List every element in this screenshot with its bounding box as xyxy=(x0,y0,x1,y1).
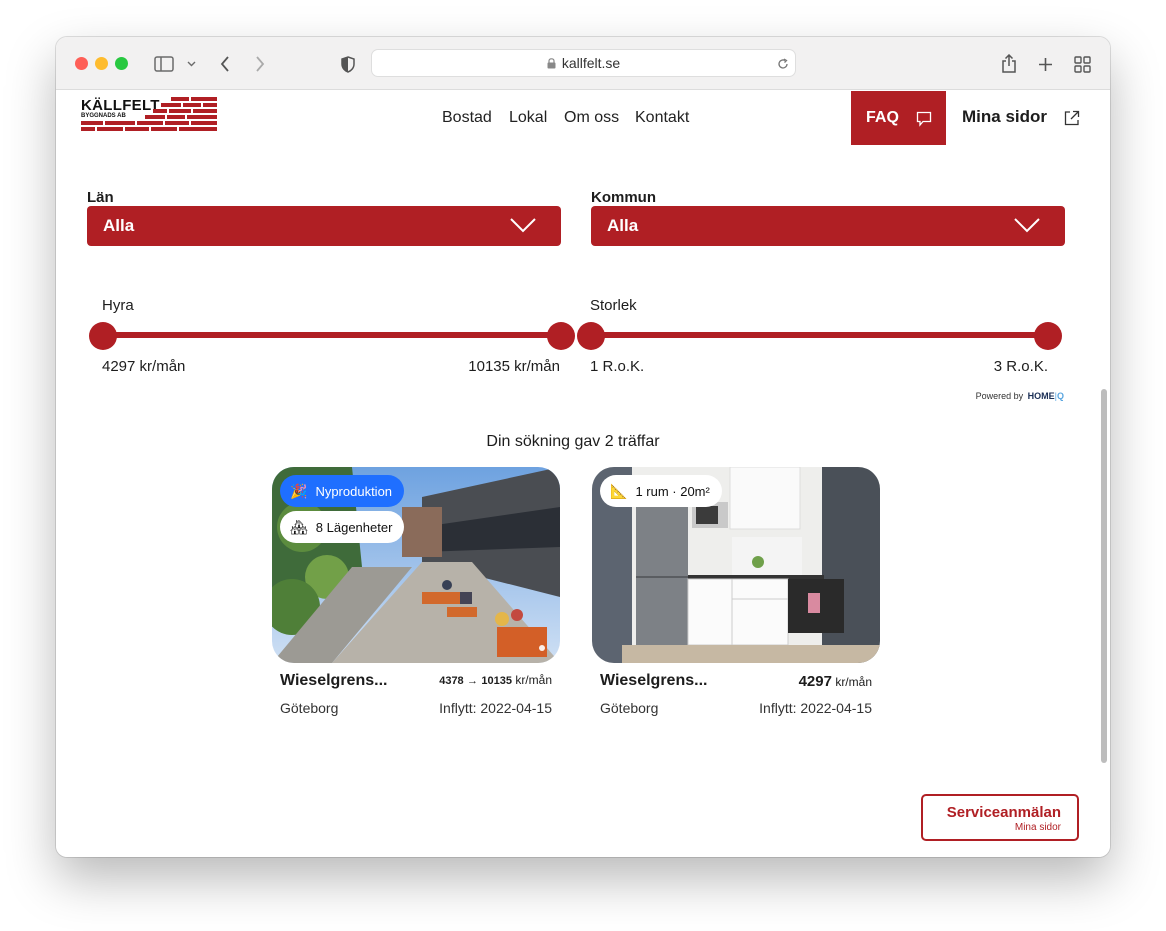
hyra-min-handle[interactable] xyxy=(89,322,117,350)
service-label: Serviceanmälan xyxy=(946,804,1061,821)
serviceanmalan-button[interactable]: Serviceanmälan Mina sidor xyxy=(921,794,1079,841)
faq-label: FAQ xyxy=(866,109,899,126)
storlek-max-value: 3 R.o.K. xyxy=(993,358,1048,375)
apartments-badge: 🏘 8 Lägenheter xyxy=(280,511,405,543)
zoom-window-button[interactable] xyxy=(115,57,128,70)
chevron-down-icon xyxy=(1014,218,1040,233)
mina-sidor-link[interactable]: Mina sidor xyxy=(962,107,1047,127)
nav-om-oss[interactable]: Om oss xyxy=(564,109,619,127)
hyra-max-value: 10135 kr/mån xyxy=(468,358,560,375)
listing-city: Göteborg xyxy=(280,700,339,716)
hyra-slider-track[interactable] xyxy=(102,332,562,338)
powered-by-text: Powered by xyxy=(975,391,1024,401)
price-unit: kr/mån xyxy=(515,673,552,687)
listing-name: Wieselgrens... xyxy=(280,672,388,689)
listing-card[interactable]: 🎉 Nyproduktion 🏘 8 Lägenheter Wieselgren… xyxy=(272,467,560,716)
storlek-label: Storlek xyxy=(590,297,637,314)
tab-overview-icon[interactable] xyxy=(1072,52,1092,76)
hyra-min-value: 4297 kr/mån xyxy=(102,358,186,375)
homeq-brand: HOME xyxy=(1027,391,1055,401)
ruler-icon: 📐 xyxy=(610,482,628,499)
mina-sidor-label: Mina sidor xyxy=(962,107,1048,126)
hyra-max-handle[interactable] xyxy=(547,322,575,350)
listing-photo[interactable]: 📐 1 rum · 20m² xyxy=(592,467,880,663)
shield-icon[interactable] xyxy=(338,52,358,76)
chevron-down-icon xyxy=(510,218,536,233)
service-sublabel: Mina sidor xyxy=(1014,822,1061,833)
listing-card[interactable]: 📐 1 rum · 20m² Wieselgrens... 4297 kr/må… xyxy=(592,467,880,716)
lan-value: Alla xyxy=(103,216,135,235)
hyra-label: Hyra xyxy=(102,297,134,314)
houses-icon: 🏘 xyxy=(290,518,308,535)
party-popper-icon: 🎉 xyxy=(290,482,308,499)
listing-city: Göteborg xyxy=(600,700,659,716)
homeq-brand-suffix: Q xyxy=(1056,391,1064,401)
close-window-button[interactable] xyxy=(75,57,88,70)
share-icon[interactable] xyxy=(1000,52,1018,76)
storlek-slider-track[interactable] xyxy=(590,332,1050,338)
listing-name: Wieselgrens... xyxy=(600,672,708,689)
listing-price: 4297 kr/mån xyxy=(799,673,872,690)
storlek-max-handle[interactable] xyxy=(1034,322,1062,350)
sidebar-toggle-icon[interactable] xyxy=(152,52,176,76)
price-to: 10135 xyxy=(481,675,512,687)
storlek-min-value: 1 R.o.K. xyxy=(590,358,645,375)
kommun-value: Alla xyxy=(607,216,639,235)
badge-label: 8 Lägenheter xyxy=(315,519,393,535)
lan-select[interactable]: Alla xyxy=(87,206,561,246)
new-tab-icon[interactable] xyxy=(1036,52,1054,76)
badge-label: 1 rum · 20m² xyxy=(635,483,710,499)
minimize-window-button[interactable] xyxy=(95,57,108,70)
listing-inflytt: Inflytt: 2022-04-15 xyxy=(439,700,552,716)
results-summary: Din sökning gav 2 träffar xyxy=(486,433,660,450)
nav-bostad[interactable]: Bostad xyxy=(442,109,492,127)
price-arrow: → xyxy=(467,675,479,687)
price-unit: kr/mån xyxy=(835,675,872,689)
powered-by[interactable]: Powered by HOME|Q xyxy=(976,391,1064,401)
price-from: 4378 xyxy=(439,675,464,687)
nav-kontakt[interactable]: Kontakt xyxy=(635,109,689,127)
chevron-down-icon[interactable] xyxy=(184,52,198,76)
brick-wall-icon xyxy=(81,97,217,131)
lan-label: Län xyxy=(87,189,114,206)
chat-bubble-icon xyxy=(916,111,932,127)
reload-icon[interactable] xyxy=(777,58,789,70)
address-bar[interactable]: kallfelt.se xyxy=(371,49,796,77)
kommun-select[interactable]: Alla xyxy=(591,206,1065,246)
room-size-badge: 📐 1 rum · 20m² xyxy=(600,475,722,507)
scrollbar[interactable] xyxy=(1101,389,1107,763)
web-page: KÄLLFELT BYGGNADS AB Bostad Lokal Om oss… xyxy=(56,91,1110,857)
browser-toolbar: kallfelt.se xyxy=(56,37,1110,90)
price-value: 4297 xyxy=(798,673,832,690)
listing-photo[interactable]: 🎉 Nyproduktion 🏘 8 Lägenheter xyxy=(272,467,560,663)
external-link-icon[interactable] xyxy=(1064,110,1080,126)
url-text: kallfelt.se xyxy=(561,55,621,71)
browser-window: kallfelt.se KÄLLFELT BYGGNADS AB Bostad … xyxy=(56,37,1110,857)
storlek-min-handle[interactable] xyxy=(577,322,605,350)
forward-icon[interactable] xyxy=(251,52,269,76)
lock-icon xyxy=(547,57,556,68)
back-icon[interactable] xyxy=(216,52,234,76)
kommun-label: Kommun xyxy=(591,189,656,206)
nav-lokal[interactable]: Lokal xyxy=(509,109,547,127)
listing-inflytt: Inflytt: 2022-04-15 xyxy=(759,700,872,716)
site-logo[interactable]: KÄLLFELT BYGGNADS AB xyxy=(81,97,221,137)
faq-button[interactable]: FAQ xyxy=(851,91,946,145)
nyproduktion-badge: 🎉 Nyproduktion xyxy=(280,475,405,507)
badge-label: Nyproduktion xyxy=(315,483,393,499)
listing-price: 4378 → 10135 kr/mån xyxy=(439,673,552,687)
